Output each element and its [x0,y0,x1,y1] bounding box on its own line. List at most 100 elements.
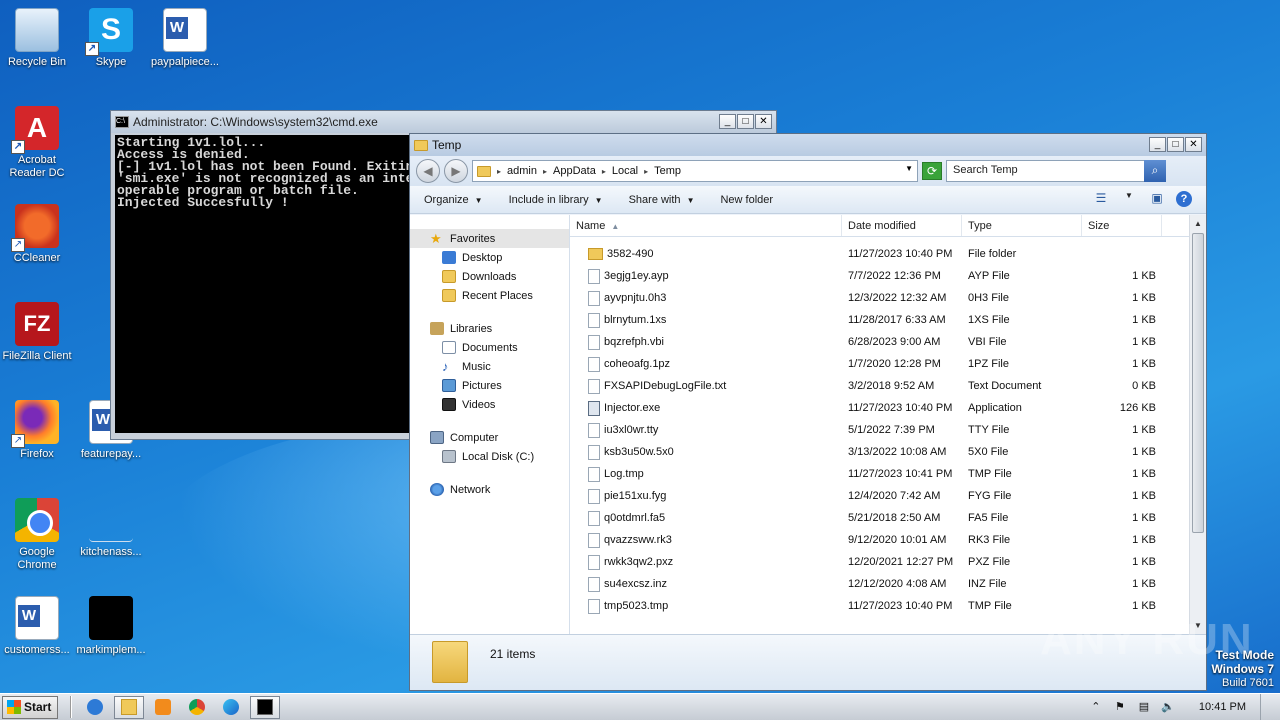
explorer-window[interactable]: Temp _ □ ✕ ◀ ▶ ▸ admin ▸ AppData ▸ Local… [409,133,1207,691]
back-button[interactable]: ◀ [416,159,440,183]
maximize-button[interactable]: □ [1167,137,1184,152]
organize-button[interactable]: Organize ▼ [424,194,483,206]
nav-local-disk[interactable]: Local Disk (C:) [410,447,569,466]
file-icon [588,576,600,592]
minimize-button[interactable]: _ [1149,137,1166,152]
breadcrumb-local[interactable]: Local [612,165,638,177]
close-button[interactable]: ✕ [755,114,772,129]
desktop-icon-markimplem[interactable]: markimplem... [74,596,148,657]
desktop-icon-kitchenass[interactable]: kitchenass... [74,498,148,559]
file-name: coheoafg.1pz [570,356,842,372]
column-header-size[interactable]: Size [1082,215,1162,236]
word-doc-icon [163,8,207,52]
include-in-library-button[interactable]: Include in library ▼ [509,194,603,206]
file-row[interactable]: qvazzsww.rk3 9/12/2020 10:01 AM RK3 File 1 … [570,529,1206,551]
nav-libraries[interactable]: Libraries [410,319,569,338]
chevron-down-icon[interactable]: ▼ [905,164,913,173]
chevron-right-icon[interactable]: ▸ [497,167,501,176]
desktop-icon-chrome[interactable]: Google Chrome [0,498,74,572]
file-row[interactable]: Log.tmp 11/27/2023 10:41 PM TMP File 1 KB [570,463,1206,485]
nav-pictures[interactable]: Pictures [410,376,569,395]
nav-recent-places[interactable]: Recent Places [410,286,569,305]
preview-pane-icon[interactable]: ▣ [1148,191,1166,207]
nav-music[interactable]: ♪ Music [410,357,569,376]
file-row[interactable]: ksb3u50w.5x0 3/13/2022 10:08 AM 5X0 File 1 … [570,441,1206,463]
file-row[interactable]: ayvpnjtu.0h3 12/3/2022 12:32 AM 0H3 File 1 … [570,287,1206,309]
clock[interactable]: 10:41 PM [1199,701,1246,713]
close-button[interactable]: ✕ [1185,137,1202,152]
nav-documents[interactable]: Documents [410,338,569,357]
taskbar-edge[interactable] [216,696,246,719]
breadcrumb-admin[interactable]: admin [507,165,537,177]
file-row[interactable]: bqzrefph.vbi 6/28/2023 9:00 AM VBI File 1 K… [570,331,1206,353]
file-row[interactable]: coheoafg.1pz 1/7/2020 12:28 PM 1PZ File 1 K… [570,353,1206,375]
minimize-button[interactable]: _ [719,114,736,129]
refresh-button[interactable]: ⟳ [922,162,942,180]
file-name: iu3xl0wr.tty [570,422,842,438]
taskbar-media-player[interactable] [148,696,178,719]
chevron-right-icon[interactable]: ▸ [644,167,648,176]
show-desktop-button[interactable] [1260,694,1272,720]
breadcrumb-temp[interactable]: Temp [654,165,681,177]
network-icon[interactable]: ▤ [1137,700,1151,714]
nav-videos[interactable]: Videos [410,395,569,414]
column-header-date[interactable]: Date modified [842,215,962,236]
file-row[interactable]: q0otdmrl.fa5 5/21/2018 2:50 AM FA5 File 1 K… [570,507,1206,529]
show-hidden-icons-icon[interactable]: ⌃ [1089,700,1103,714]
file-row[interactable]: blrnytum.1xs 11/28/2017 6:33 AM 1XS File 1 … [570,309,1206,331]
file-row[interactable]: su4excsz.inz 12/12/2020 4:08 AM INZ File 1 … [570,573,1206,595]
file-row[interactable]: 3egjg1ey.ayp 7/7/2022 12:36 PM AYP File 1 K… [570,265,1206,287]
application-icon [588,400,600,416]
column-header-name[interactable]: Name ▲ [570,215,842,236]
taskbar-cmd[interactable] [250,695,281,719]
desktop-icon-firefox[interactable]: ↗ Firefox [0,400,74,461]
share-with-button[interactable]: Share with ▼ [629,194,695,206]
desktop-icon-recycle-bin[interactable]: Recycle Bin [0,8,74,69]
nav-desktop[interactable]: Desktop [410,248,569,267]
scrollbar-thumb[interactable] [1192,233,1204,533]
help-icon[interactable]: ? [1176,191,1192,207]
file-row[interactable]: FXSAPIDebugLogFile.txt 3/2/2018 9:52 AM Te… [570,375,1206,397]
taskbar-chrome[interactable] [182,696,212,719]
file-row[interactable]: pie151xu.fyg 12/4/2020 7:42 AM FYG File 1 K… [570,485,1206,507]
vertical-scrollbar[interactable]: ▲ ▼ [1189,215,1206,634]
nav-label: Recent Places [462,289,533,302]
view-options-icon[interactable]: ☰ [1092,191,1110,207]
forward-button[interactable]: ▶ [444,159,468,183]
column-header-type[interactable]: Type [962,215,1082,236]
cmd-titlebar[interactable]: C:\ Administrator: C:\Windows\system32\c… [111,111,776,133]
desktop-icon-filezilla[interactable]: FZ FileZilla Client [0,302,74,363]
taskbar-ie[interactable] [80,696,110,719]
desktop-icon-skype[interactable]: S ↗ Skype [74,8,148,69]
desktop-icon-customerss[interactable]: customerss... [0,596,74,657]
flag-icon[interactable]: ⚑ [1113,700,1127,714]
file-type: File folder [968,248,1017,260]
maximize-button[interactable]: □ [737,114,754,129]
file-row[interactable]: iu3xl0wr.tty 5/1/2022 7:39 PM TTY File 1 KB [570,419,1206,441]
explorer-titlebar[interactable]: Temp _ □ ✕ [410,134,1206,156]
chevron-right-icon[interactable]: ▸ [543,167,547,176]
chevron-down-icon[interactable]: ▼ [1120,191,1138,207]
desktop-icon-acrobat[interactable]: A ↗ Acrobat Reader DC [0,106,74,180]
file-row[interactable]: Injector.exe 11/27/2023 10:40 PM Applicati… [570,397,1206,419]
desktop-icon-ccleaner[interactable]: ↗ CCleaner [0,204,74,265]
taskbar-explorer[interactable] [114,695,145,719]
file-size: 1 KB [1132,468,1156,480]
file-row[interactable]: 3582-490 11/27/2023 10:40 PM File folder [570,243,1206,265]
nav-downloads[interactable]: Downloads [410,267,569,286]
search-input[interactable]: Search Temp ⌕ [946,160,1166,182]
volume-icon[interactable]: 🔈 [1161,700,1175,714]
scroll-up-icon[interactable]: ▲ [1190,215,1206,232]
address-bar[interactable]: ▸ admin ▸ AppData ▸ Local ▸ Temp ▼ [472,160,918,182]
breadcrumb-appdata[interactable]: AppData [553,165,596,177]
file-row[interactable]: tmp5023.tmp 11/27/2023 10:40 PM TMP File 1 … [570,595,1206,617]
desktop-icon-paypalpiece[interactable]: paypalpiece... [148,8,222,69]
nav-computer[interactable]: Computer [410,428,569,447]
nav-favorites[interactable]: ★ Favorites [410,229,569,248]
search-icon[interactable]: ⌕ [1144,160,1166,182]
chevron-right-icon[interactable]: ▸ [602,167,606,176]
nav-network[interactable]: Network [410,480,569,499]
new-folder-button[interactable]: New folder [720,194,773,206]
file-row[interactable]: rwkk3qw2.pxz 12/20/2021 12:27 PM PXZ File 1… [570,551,1206,573]
start-button[interactable]: Start [2,695,59,719]
